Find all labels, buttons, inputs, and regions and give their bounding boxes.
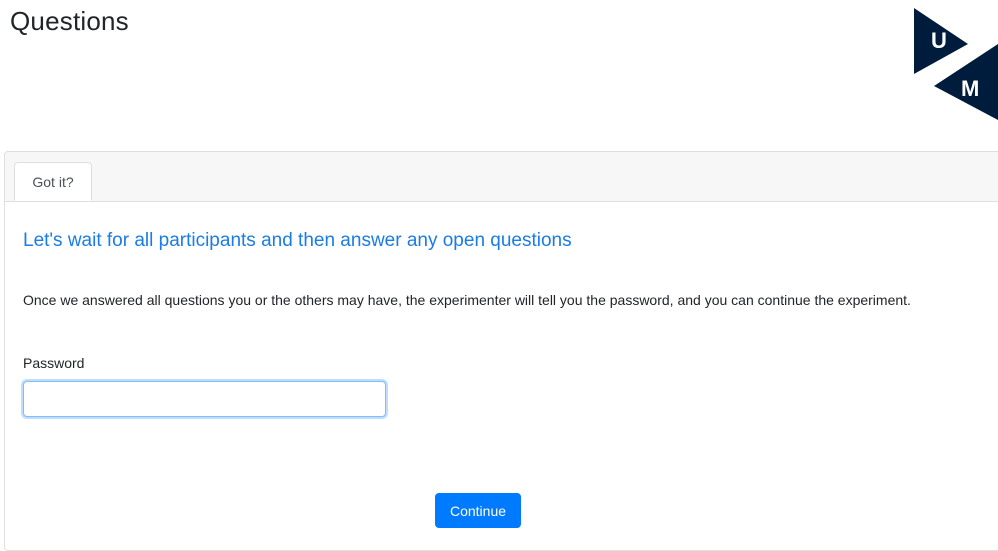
um-logo: U M: [914, 8, 998, 120]
tab-bar: Got it?: [5, 152, 998, 202]
continue-button[interactable]: Continue: [435, 493, 521, 528]
password-label: Password: [23, 355, 85, 371]
logo-letter-m: M: [961, 76, 979, 101]
tab-got-it[interactable]: Got it?: [14, 162, 92, 201]
section-heading: Let's wait for all participants and then…: [23, 230, 572, 251]
question-card: Got it? Let's wait for all participants …: [4, 151, 998, 551]
page-title: Questions: [10, 6, 129, 36]
logo-letter-u: U: [931, 28, 947, 53]
instructions-text: Once we answered all questions you or th…: [23, 292, 911, 308]
password-input[interactable]: [23, 381, 386, 417]
